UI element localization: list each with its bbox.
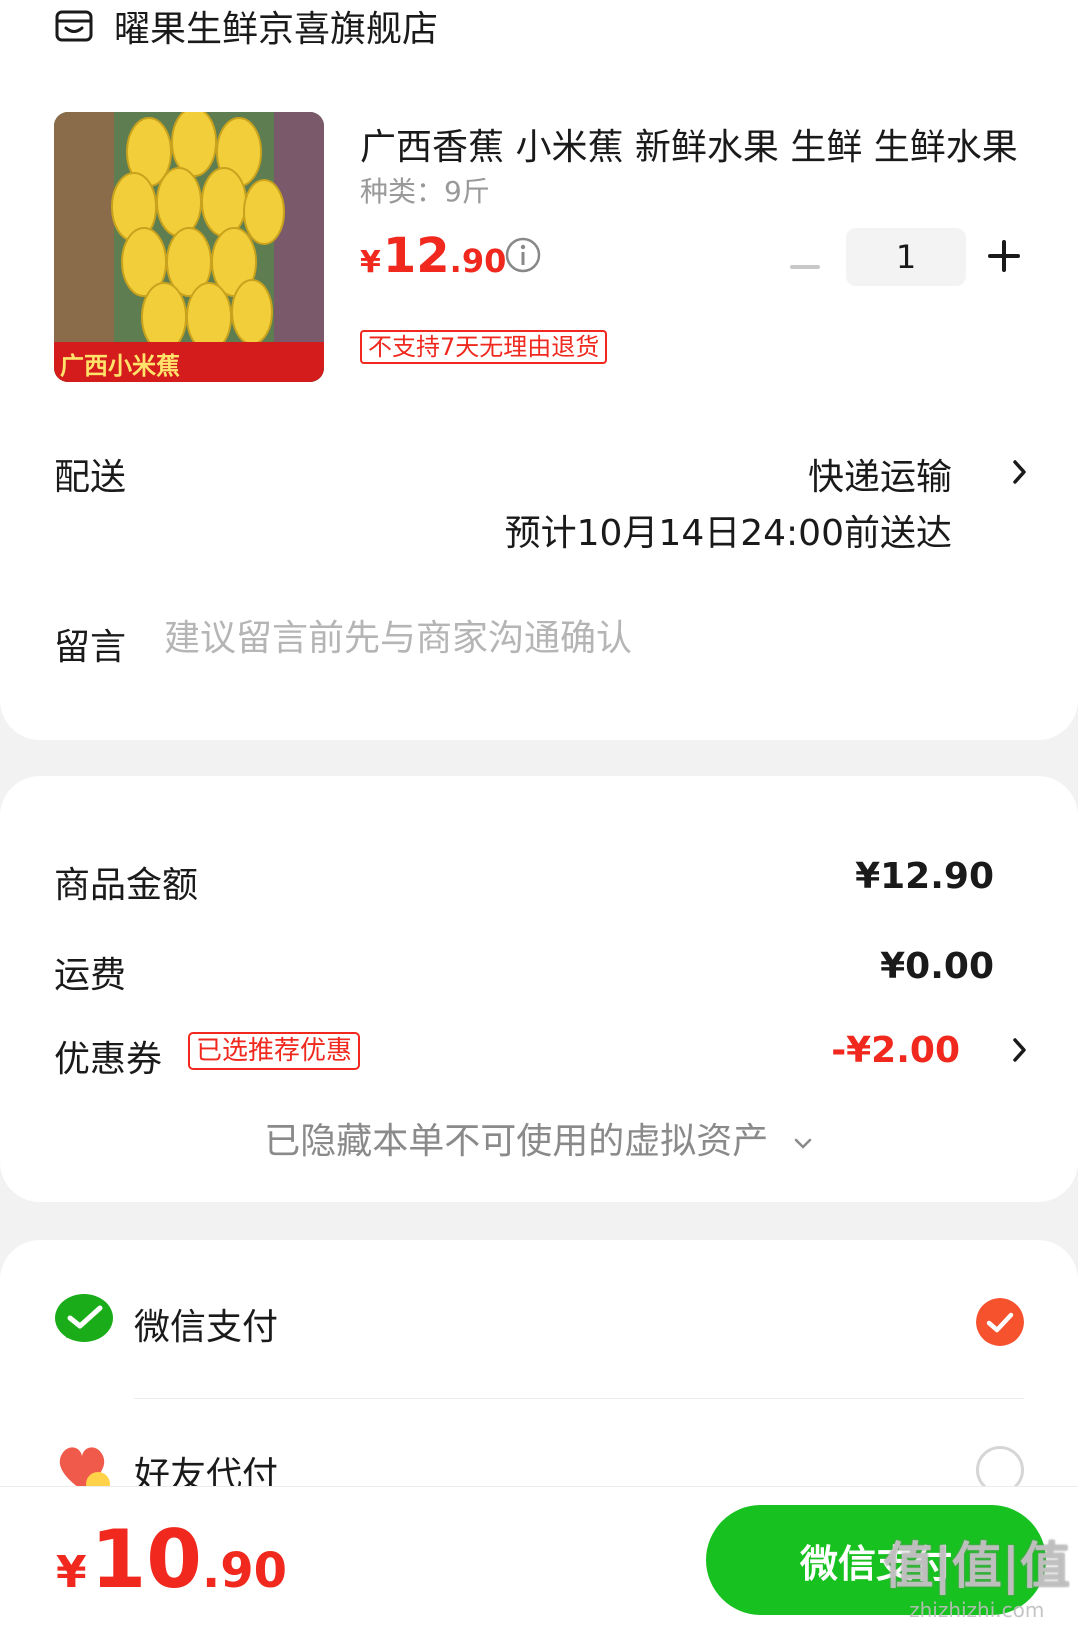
total-integer: 10: [90, 1513, 202, 1606]
total-decimal: .90: [201, 1543, 287, 1599]
product-image-badge: 广西小米蕉: [54, 342, 324, 382]
info-icon[interactable]: [504, 236, 542, 274]
note-input[interactable]: [164, 618, 1024, 659]
coupon-label: 优惠券: [54, 1039, 163, 1080]
delivery-eta[interactable]: 预计10月14日24:00前送达: [505, 504, 952, 556]
checkout-bar: ¥ 10 .90 微信支付 值|值|值 zhizhizhi.com: [0, 1486, 1078, 1626]
coupon-tag[interactable]: 已选推荐优惠: [188, 1032, 361, 1070]
product-spec[interactable]: 种类：9斤: [360, 170, 490, 210]
product-title[interactable]: 广西香蕉 小米蕉 新鲜水果 生鲜 生鲜水果: [360, 118, 1020, 170]
chevron-down-icon: [794, 1138, 811, 1149]
delivery-label: 配送: [54, 457, 127, 498]
hidden-assets-text: 已隐藏本单不可使用的虚拟资产: [264, 1121, 769, 1162]
price-decimal: .90: [449, 242, 507, 280]
total-symbol: ¥: [56, 1547, 87, 1598]
increase-quantity-button[interactable]: [986, 238, 1022, 274]
price-symbol: ¥: [360, 245, 381, 280]
wechat-pay-icon: [55, 1294, 113, 1342]
divider: [134, 1398, 1024, 1399]
store-header[interactable]: 曜果生鲜京喜旗舰店: [54, 4, 438, 50]
decrease-quantity-button[interactable]: [788, 250, 822, 284]
total-price: ¥ 10 .90: [56, 1513, 287, 1606]
chevron-right-icon[interactable]: [1010, 1036, 1030, 1064]
payment-method-wechat[interactable]: 微信支付: [54, 1292, 1024, 1356]
shipping-label: 运费: [54, 955, 127, 996]
goods-amount-label: 商品金额: [54, 865, 199, 906]
payment-method-name: 微信支付: [134, 1307, 279, 1348]
watermark: 值|值|值 zhizhizhi.com: [883, 1526, 1070, 1622]
delivery-method[interactable]: 快递运输: [808, 448, 952, 500]
product-image[interactable]: 广西小米蕉: [54, 112, 324, 382]
note-label: 留言: [54, 627, 127, 668]
watermark-url: zhizhizhi.com: [909, 1598, 1045, 1622]
price-integer: 12: [382, 228, 450, 284]
product-image-badge-text: 广西小米蕉: [60, 352, 180, 380]
product-price: ¥ 12 .90: [360, 228, 506, 284]
order-card: 曜果生鲜京喜旗舰店 广西小米蕉 广西香蕉 小米蕉 新鲜水果 生鲜 生鲜水果 种类…: [0, 0, 1078, 740]
shipping-value: ¥0.00: [880, 946, 994, 987]
return-policy-badge: 不支持7天无理由退货: [360, 330, 608, 364]
hidden-assets-toggle[interactable]: 已隐藏本单不可使用的虚拟资产: [0, 1112, 1078, 1164]
chevron-right-icon[interactable]: [1010, 458, 1030, 486]
quantity-input[interactable]: 1: [846, 228, 966, 286]
store-name: 曜果生鲜京喜旗舰店: [114, 9, 439, 50]
store-icon: [55, 10, 93, 42]
selected-check-icon[interactable]: [976, 1298, 1024, 1346]
goods-amount-value: ¥12.90: [855, 856, 994, 897]
coupon-value[interactable]: -¥2.00: [831, 1030, 960, 1071]
watermark-logo: 值|值|值: [883, 1537, 1070, 1595]
